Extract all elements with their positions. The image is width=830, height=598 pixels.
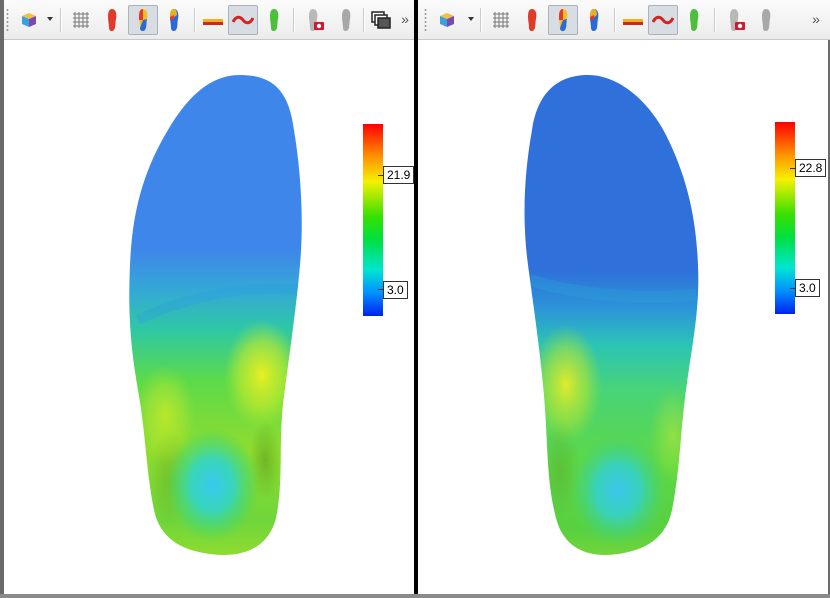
toolbar-separator bbox=[480, 8, 481, 32]
toolbar-grip[interactable] bbox=[6, 8, 9, 32]
pressure-map-foot-icon[interactable] bbox=[128, 5, 158, 35]
foot-camera-icon[interactable] bbox=[721, 5, 751, 35]
window-border-bottom bbox=[0, 594, 830, 598]
scale-max-label: 21.9 bbox=[383, 166, 414, 184]
right-pressure-view[interactable] bbox=[418, 40, 830, 598]
left-pressure-view[interactable] bbox=[0, 40, 414, 598]
3d-cube-icon[interactable] bbox=[432, 5, 462, 35]
pressure-color-scale bbox=[363, 124, 383, 316]
wave-curve-icon[interactable] bbox=[648, 5, 678, 35]
toolbar-overflow-button[interactable]: » bbox=[398, 10, 412, 28]
red-foot-icon[interactable] bbox=[97, 5, 127, 35]
green-foot-icon[interactable] bbox=[259, 5, 289, 35]
foot-camera-icon[interactable] bbox=[300, 5, 330, 35]
toolbar-separator bbox=[614, 8, 615, 32]
wave-curve-icon[interactable] bbox=[228, 5, 258, 35]
chevron-down-icon[interactable] bbox=[47, 17, 53, 21]
toolbar-separator bbox=[714, 8, 715, 32]
right-view-pane: » 22.8 3.0 bbox=[418, 0, 830, 598]
toolbar-grip[interactable] bbox=[424, 8, 427, 32]
scale-min-label: 3.0 bbox=[795, 279, 820, 297]
half-color-foot-icon[interactable] bbox=[579, 5, 609, 35]
3d-cube-icon[interactable] bbox=[14, 5, 44, 35]
toolbar-separator bbox=[194, 8, 195, 32]
profile-line-icon[interactable] bbox=[618, 5, 648, 35]
half-color-foot-icon[interactable] bbox=[159, 5, 189, 35]
profile-line-icon[interactable] bbox=[198, 5, 228, 35]
window-stack-icon[interactable] bbox=[366, 5, 396, 35]
grid-icon[interactable] bbox=[486, 5, 516, 35]
left-view-pane: » 21.9 3.0 bbox=[0, 0, 414, 598]
green-foot-icon[interactable] bbox=[679, 5, 709, 35]
right-toolbar: » bbox=[418, 0, 830, 40]
toolbar-separator bbox=[293, 8, 294, 32]
gray-foot-icon[interactable] bbox=[331, 5, 361, 35]
gray-foot-icon[interactable] bbox=[751, 5, 781, 35]
left-foot-pressure-map bbox=[129, 75, 302, 555]
toolbar-overflow-button[interactable]: » bbox=[809, 10, 823, 28]
toolbar-separator bbox=[363, 8, 364, 32]
grid-icon[interactable] bbox=[66, 5, 96, 35]
chevron-down-icon[interactable] bbox=[468, 17, 474, 21]
scale-min-label: 3.0 bbox=[383, 281, 408, 299]
red-foot-icon[interactable] bbox=[517, 5, 547, 35]
toolbar-separator bbox=[60, 8, 61, 32]
pressure-map-foot-icon[interactable] bbox=[548, 5, 578, 35]
pressure-color-scale bbox=[775, 122, 795, 314]
left-toolbar: » bbox=[0, 0, 414, 40]
right-foot-pressure-map bbox=[524, 75, 699, 555]
window-border-left bbox=[0, 0, 4, 598]
scale-max-label: 22.8 bbox=[795, 159, 827, 177]
